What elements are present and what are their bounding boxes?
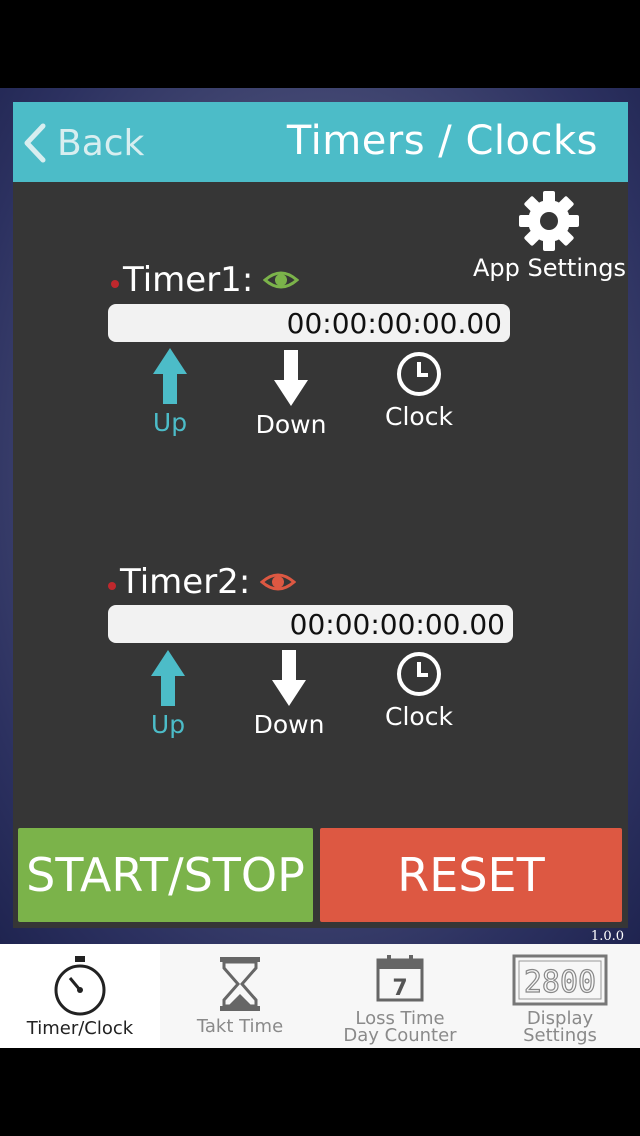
main-panel: Back Timers / Clocks App Settings Timer1… bbox=[13, 102, 628, 928]
timer1-down-button[interactable]: Down bbox=[251, 350, 331, 439]
arrow-up-icon bbox=[153, 348, 187, 404]
tab-timer-clock[interactable]: Timer/Clock bbox=[0, 944, 160, 1048]
back-button[interactable]: Back bbox=[23, 120, 144, 166]
stopwatch-icon bbox=[54, 956, 106, 1016]
seven-segment-display-icon: 2800 bbox=[512, 954, 608, 1006]
status-dot bbox=[108, 582, 116, 590]
header-bar: Back Timers / Clocks bbox=[13, 102, 628, 182]
arrow-up-icon bbox=[151, 650, 185, 706]
app-settings-button[interactable]: App Settings bbox=[473, 190, 626, 282]
app-settings-label: App Settings bbox=[473, 254, 626, 282]
eye-icon[interactable] bbox=[260, 571, 297, 593]
down-label: Down bbox=[253, 710, 325, 739]
tab-display-settings[interactable]: 2800 Display Settings bbox=[480, 944, 640, 1048]
timer1-name: Timer1: bbox=[123, 260, 254, 300]
tab-takt-time[interactable]: Takt Time bbox=[160, 944, 320, 1048]
eye-icon[interactable] bbox=[263, 269, 300, 291]
arrow-down-icon bbox=[272, 650, 306, 706]
timer2-label: Timer2: bbox=[108, 562, 297, 602]
tab-bar: Timer/Clock Takt Time 7 Loss Time Day Co… bbox=[0, 944, 640, 1048]
back-label: Back bbox=[57, 122, 145, 164]
timer2-clock-button[interactable]: Clock bbox=[379, 650, 459, 731]
calendar-icon: 7 bbox=[376, 955, 424, 1002]
down-label: Down bbox=[255, 410, 327, 439]
timer1-up-button[interactable]: Up bbox=[138, 348, 202, 437]
start-stop-button[interactable]: START/STOP bbox=[18, 828, 313, 922]
display-digits: 2800 bbox=[524, 965, 596, 1000]
hourglass-icon bbox=[220, 957, 260, 1011]
arrow-down-icon bbox=[274, 350, 308, 406]
clock-icon bbox=[397, 352, 441, 396]
clock-label: Clock bbox=[385, 702, 453, 731]
page-title: Timers / Clocks bbox=[286, 118, 598, 164]
tab-label: Timer/Clock bbox=[26, 1018, 134, 1039]
tab-loss-time-day-counter[interactable]: 7 Loss Time Day Counter bbox=[320, 944, 480, 1048]
up-label: Up bbox=[152, 408, 188, 437]
up-label: Up bbox=[150, 710, 186, 739]
clock-icon bbox=[397, 652, 441, 696]
timer1-clock-button[interactable]: Clock bbox=[379, 350, 459, 431]
timer2-down-button[interactable]: Down bbox=[249, 650, 329, 739]
clock-label: Clock bbox=[385, 402, 453, 431]
gear-icon bbox=[519, 191, 579, 251]
status-dot bbox=[111, 280, 119, 288]
tab-label-line2: Day Counter bbox=[343, 1025, 457, 1046]
calendar-number: 7 bbox=[392, 976, 407, 1001]
timer1-label: Timer1: bbox=[111, 260, 300, 300]
tab-label: Takt Time bbox=[196, 1016, 284, 1037]
timer1-display[interactable]: 00:00:00:00.00 bbox=[108, 304, 510, 342]
timer2-display[interactable]: 00:00:00:00.00 bbox=[108, 605, 513, 643]
timer2-name: Timer2: bbox=[120, 562, 251, 602]
timer2-up-button[interactable]: Up bbox=[136, 650, 200, 739]
tab-label-line2: Settings bbox=[523, 1025, 597, 1046]
reset-button[interactable]: RESET bbox=[320, 828, 622, 922]
chevron-left-icon bbox=[24, 123, 46, 163]
version-label: 1.0.0 bbox=[590, 929, 624, 944]
